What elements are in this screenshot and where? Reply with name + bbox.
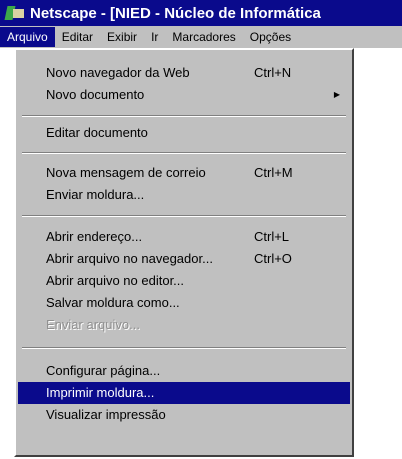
menu-item-label: Novo navegador da Web [46, 65, 190, 80]
menu-separator [22, 152, 346, 154]
file-menu-dropdown: Novo navegador da Web Ctrl+N Novo docume… [14, 48, 354, 457]
menu-item-label: Abrir arquivo no navegador... [46, 251, 213, 266]
menu-marcadores[interactable]: Marcadores [165, 27, 242, 47]
menu-item-label: Enviar moldura... [46, 187, 145, 202]
menu-item-shortcut: Ctrl+M [254, 165, 293, 180]
submenu-arrow-icon: ▶ [333, 90, 340, 99]
menu-item-enviar-arquivo: Enviar arquivo... [18, 314, 350, 336]
menu-opcoes[interactable]: Opções [243, 27, 298, 47]
menu-ir[interactable]: Ir [144, 27, 165, 47]
netscape-logo-icon [4, 4, 26, 22]
menu-item-shortcut: Ctrl+N [254, 65, 292, 80]
menu-item-label: Enviar arquivo... [46, 317, 140, 332]
menu-item-novo-documento[interactable]: Novo documento ▶ [18, 84, 350, 106]
title-bar: Netscape - [NIED - Núcleo de Informática [0, 0, 402, 26]
menu-arquivo[interactable]: Arquivo [0, 27, 55, 47]
menu-item-abrir-endereco[interactable]: Abrir endereço... Ctrl+L [18, 226, 350, 248]
menu-separator [22, 215, 346, 217]
menu-item-abrir-arquivo-editor[interactable]: Abrir arquivo no editor... [18, 270, 350, 292]
menu-exibir[interactable]: Exibir [100, 27, 144, 47]
menu-item-shortcut: Ctrl+O [254, 251, 292, 266]
window-title: Netscape - [NIED - Núcleo de Informática [30, 4, 321, 22]
menu-item-label: Abrir endereço... [46, 229, 143, 244]
menu-item-editar-documento[interactable]: Editar documento [18, 122, 350, 144]
menu-item-novo-navegador[interactable]: Novo navegador da Web Ctrl+N [18, 62, 350, 84]
menu-item-shortcut: Ctrl+L [254, 229, 290, 244]
menu-item-abrir-arquivo-navegador[interactable]: Abrir arquivo no navegador... Ctrl+O [18, 248, 350, 270]
menu-item-enviar-moldura[interactable]: Enviar moldura... [18, 184, 350, 206]
menu-item-label: Abrir arquivo no editor... [46, 273, 185, 288]
menu-item-salvar-moldura[interactable]: Salvar moldura como... [18, 292, 350, 314]
menu-item-nova-mensagem[interactable]: Nova mensagem de correio Ctrl+M [18, 162, 350, 184]
menu-item-imprimir-moldura[interactable]: Imprimir moldura... [18, 382, 350, 404]
menu-item-label: Configurar página... [46, 363, 161, 378]
menu-item-label: Imprimir moldura... [46, 385, 155, 400]
menu-item-label: Novo documento [46, 87, 145, 102]
menu-bar: Arquivo Editar Exibir Ir Marcadores Opçõ… [0, 26, 402, 48]
menu-item-visualizar-impressao[interactable]: Visualizar impressão [18, 404, 350, 426]
menu-item-label: Editar documento [46, 125, 148, 140]
menu-editar[interactable]: Editar [55, 27, 100, 47]
menu-separator [22, 347, 346, 349]
menu-item-label: Nova mensagem de correio [46, 165, 206, 180]
menu-item-label: Visualizar impressão [46, 407, 166, 422]
menu-item-label: Salvar moldura como... [46, 295, 180, 310]
menu-item-configurar-pagina[interactable]: Configurar página... [18, 360, 350, 382]
menu-separator [22, 115, 346, 117]
